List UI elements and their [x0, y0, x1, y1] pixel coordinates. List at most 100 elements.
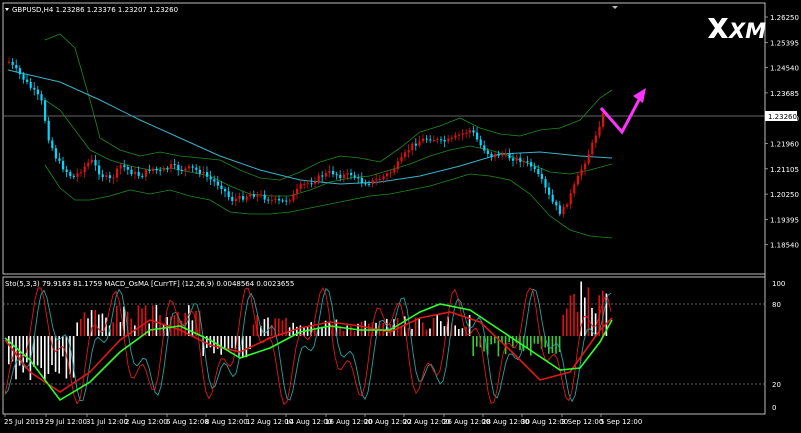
- histogram-bar: [411, 328, 413, 336]
- candle-body: [447, 138, 450, 142]
- macd-main-line: [4, 303, 613, 402]
- indicator-panel[interactable]: [2, 276, 766, 415]
- histogram-bar: [346, 325, 348, 336]
- candlesticks[interactable]: [8, 57, 605, 218]
- date-tick-label: 6 Aug 12:00: [166, 418, 209, 426]
- candle-body: [80, 172, 83, 174]
- candle-body: [512, 158, 515, 161]
- candle-body: [126, 167, 129, 170]
- histogram-bar: [263, 319, 266, 336]
- histogram-bar: [407, 327, 410, 336]
- candle-body: [130, 169, 133, 175]
- histogram-bar: [191, 320, 194, 336]
- candle-body: [443, 139, 446, 142]
- histogram-bar: [566, 308, 568, 336]
- histogram-bar: [119, 322, 122, 336]
- indicator-axis: 100 80 20 0: [772, 280, 785, 412]
- stochastic-lines: [4, 287, 613, 406]
- candle-body: [346, 172, 349, 175]
- date-tick-label: 29 Jul 12:00: [45, 418, 87, 426]
- price-tick-label: 1.23685: [770, 90, 799, 98]
- candle-body: [350, 172, 353, 176]
- histogram-bar: [54, 336, 57, 372]
- bollinger-line: [44, 33, 613, 181]
- candle-body: [458, 134, 461, 136]
- candle-body: [76, 173, 79, 177]
- candle-body: [58, 158, 61, 161]
- indicator-header: Sto(5,3,3) 79.9163 81.1759 MACD_OsMA [Cu…: [5, 280, 294, 288]
- candle-body: [278, 198, 281, 201]
- candle-body: [213, 179, 216, 182]
- candle-body: [544, 179, 547, 188]
- candle-body: [404, 152, 407, 157]
- histogram-bar: [213, 336, 215, 354]
- candle-body: [566, 204, 569, 207]
- candle-body: [296, 188, 299, 194]
- candle-body: [159, 170, 162, 172]
- histogram-bar: [342, 330, 345, 336]
- histogram-bar: [436, 315, 438, 336]
- histogram-bar: [476, 336, 478, 347]
- xm-logo-icon: XM: [708, 18, 766, 43]
- candle-body: [69, 172, 72, 176]
- candle-body: [494, 154, 497, 158]
- candle-body: [206, 172, 209, 177]
- histogram-bar: [231, 336, 233, 349]
- histogram-bar: [278, 318, 280, 336]
- candle-body: [256, 194, 259, 197]
- candle-body: [508, 153, 511, 159]
- candle-body: [26, 79, 29, 82]
- date-tick-label: 3 Sep 12:00: [561, 418, 603, 426]
- histogram-bar: [533, 336, 536, 344]
- histogram-bar: [116, 305, 118, 336]
- scroll-marker-icon[interactable]: [612, 6, 618, 9]
- bollinger-line: [44, 164, 613, 239]
- price-tick-label: 1.25395: [770, 39, 799, 47]
- dropdown-triangle-icon[interactable]: [5, 8, 9, 11]
- candle-body: [414, 143, 417, 146]
- candle-body: [54, 148, 57, 159]
- candle-body: [418, 141, 421, 146]
- histogram-bar: [562, 314, 564, 336]
- candle-body: [353, 175, 356, 178]
- candle-body: [357, 177, 360, 179]
- trading-chart[interactable]: GBPUSD,H4 1.23286 1.23376 1.23207 1.2326…: [0, 0, 801, 433]
- candle-body: [472, 130, 475, 133]
- candle-body: [234, 198, 237, 202]
- candle-body: [551, 194, 554, 202]
- histogram-bar: [443, 326, 446, 336]
- candle-body: [450, 137, 453, 139]
- candle-body: [83, 166, 86, 173]
- price-panel[interactable]: [2, 2, 766, 275]
- candle-body: [468, 130, 471, 133]
- histogram-bar: [440, 321, 442, 336]
- candle-body: [202, 172, 205, 174]
- candle-body: [555, 201, 558, 206]
- candle-body: [504, 153, 507, 155]
- histogram-bar: [353, 331, 356, 336]
- candle-body: [216, 181, 219, 186]
- candle-body: [558, 205, 561, 215]
- current-price-label: 1.23260: [768, 113, 797, 121]
- candle-body: [533, 166, 536, 169]
- candle-body: [173, 164, 176, 166]
- candle-body: [29, 81, 32, 88]
- histogram-bar: [425, 329, 428, 336]
- histogram-bar: [87, 318, 89, 336]
- indicator-tick-label: 100: [772, 280, 785, 288]
- histogram-bar: [51, 336, 53, 366]
- candle-body: [389, 172, 392, 174]
- candle-body: [519, 157, 522, 162]
- candle-body: [8, 61, 11, 63]
- histogram-bar: [537, 336, 539, 344]
- histogram-bar: [429, 328, 431, 336]
- candle-body: [573, 184, 576, 194]
- date-tick-label: 5 Sep 12:00: [600, 418, 642, 426]
- svg-text:XM: XM: [727, 19, 766, 43]
- candle-body: [440, 139, 443, 141]
- histogram-bar: [36, 336, 39, 366]
- candle-body: [18, 68, 21, 75]
- candle-body: [281, 200, 284, 202]
- candle-body: [231, 196, 234, 202]
- candle-body: [530, 162, 533, 167]
